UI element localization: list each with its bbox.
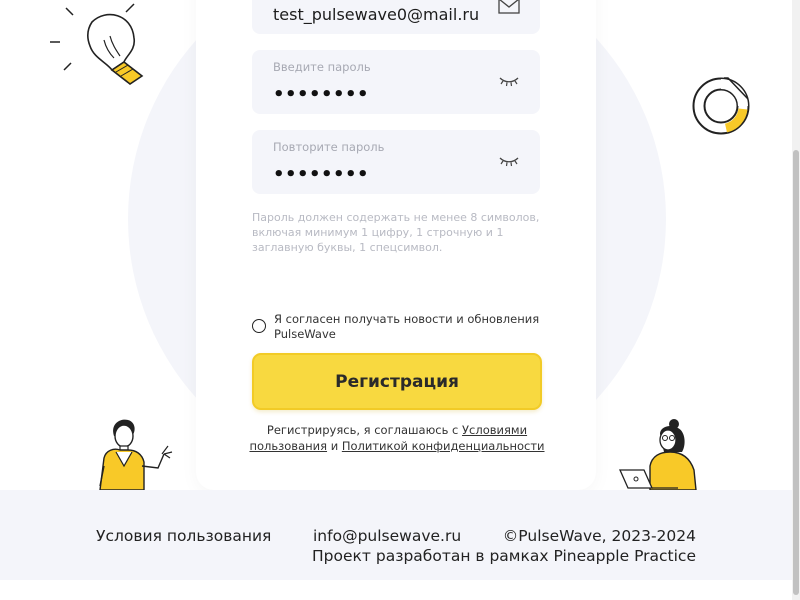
footer: Условия пользования info@pulsewave.ru ©P… — [0, 490, 792, 580]
mail-icon — [498, 0, 520, 14]
footer-copyright: ©PulseWave, 2023-2024 — [502, 527, 696, 545]
scrollbar[interactable] — [792, 0, 800, 600]
password-field[interactable]: Введите пароль •••••••• — [252, 50, 540, 114]
password-label: Введите пароль — [273, 60, 371, 74]
newsletter-option: Я согласен получать новости и обновления… — [252, 312, 542, 342]
scrollbar-thumb[interactable] — [793, 150, 799, 595]
email-field[interactable]: test_pulsewave0@mail.ru — [252, 0, 540, 34]
repeat-password-label: Повторите пароль — [273, 140, 385, 154]
footer-terms-link[interactable]: Условия пользования — [96, 527, 271, 545]
repeat-password-field[interactable]: Повторите пароль •••••••• — [252, 130, 540, 194]
password-hint: Пароль должен содержать не менее 8 симво… — [252, 211, 540, 254]
registration-page: test_pulsewave0@mail.ru Введите пароль •… — [0, 0, 792, 600]
eye-closed-icon[interactable] — [498, 154, 520, 168]
donut-chart-icon — [692, 77, 750, 135]
repeat-password-value: •••••••• — [273, 164, 370, 185]
footer-project-note: Проект разработан в рамках Pineapple Pra… — [312, 547, 696, 565]
terms-and: и — [330, 439, 339, 453]
privacy-link[interactable]: Политикой конфиденциальности — [342, 439, 545, 453]
email-value: test_pulsewave0@mail.ru — [273, 5, 480, 24]
newsletter-radio[interactable] — [252, 319, 266, 333]
woman-laptop-illustration — [618, 419, 697, 491]
footer-email-link[interactable]: info@pulsewave.ru — [313, 527, 461, 545]
man-illustration — [99, 419, 173, 491]
register-button[interactable]: Регистрация — [252, 353, 542, 410]
lightbulb-icon — [50, 3, 144, 85]
password-value: •••••••• — [273, 84, 370, 105]
terms-prefix: Регистрируясь, я соглашаюсь с — [266, 423, 459, 437]
newsletter-label: Я согласен получать новости и обновления… — [274, 312, 540, 341]
eye-closed-icon[interactable] — [498, 74, 520, 88]
terms-notice: Регистрируясь, я соглашаюсь с Условиями … — [240, 422, 554, 454]
